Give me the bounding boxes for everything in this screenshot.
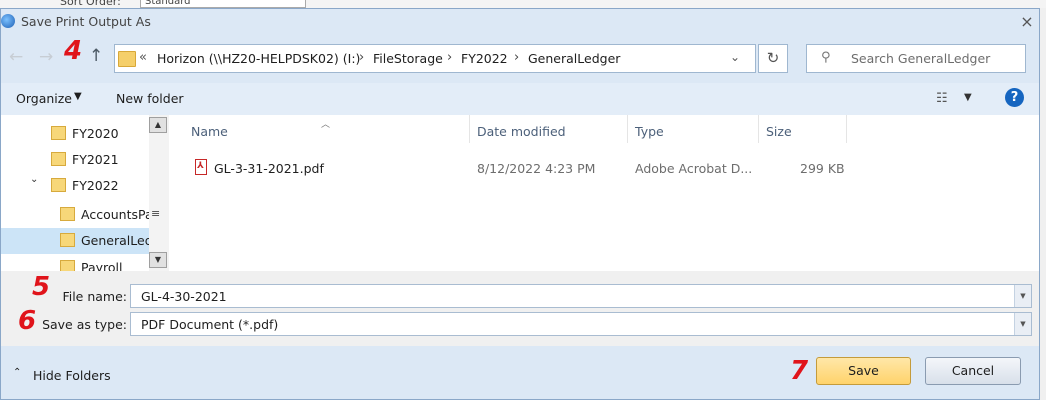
- tree-item-label: AccountsPa: [81, 207, 153, 222]
- title-bar: Save Print Output As ×: [1, 9, 1039, 35]
- column-header-size[interactable]: Size: [766, 124, 792, 139]
- tree-item-label: FY2020: [72, 126, 119, 141]
- back-arrow-icon[interactable]: ←: [9, 47, 23, 67]
- column-header-type[interactable]: Type: [635, 124, 664, 139]
- scroll-down-icon[interactable]: ▼: [149, 252, 167, 268]
- file-date: 8/12/2022 4:23 PM: [477, 161, 596, 176]
- folder-icon: [51, 152, 66, 166]
- save-button[interactable]: Save: [816, 357, 911, 385]
- tree-item-label: FY2022: [72, 178, 119, 193]
- new-folder-button[interactable]: New folder: [116, 91, 184, 106]
- caret-down-icon[interactable]: ▼: [74, 91, 82, 102]
- file-list: ︿ Name Date modified Type Size ⅄ GL-3-31…: [171, 115, 1039, 271]
- file-name-value[interactable]: GL-4-30-2021: [141, 289, 227, 304]
- chevron-down-icon[interactable]: ⌄: [730, 50, 740, 64]
- refresh-icon[interactable]: ↻: [758, 44, 788, 73]
- save-dialog: Save Print Output As × ← → ↑ « Horizon (…: [0, 8, 1040, 400]
- hide-folders-button[interactable]: Hide Folders: [33, 368, 111, 383]
- command-toolbar: Organize ▼ New folder ☷ ▼ ?: [1, 83, 1039, 115]
- chevron-up-icon[interactable]: ⌃: [13, 367, 21, 378]
- background-sort-value: Standard: [140, 0, 306, 8]
- save-type-label: Save as type:: [42, 317, 127, 332]
- close-icon[interactable]: ×: [1017, 12, 1037, 32]
- annotation-step-4: 4: [64, 36, 83, 66]
- file-name-label: File name:: [62, 289, 127, 304]
- address-bar[interactable]: « Horizon (\\HZ20-HELPDSK02) (I:) › File…: [114, 44, 756, 73]
- annotation-step-6: 6: [18, 306, 37, 336]
- pdf-file-icon: ⅄: [195, 159, 207, 175]
- folder-icon: [60, 233, 75, 247]
- search-box[interactable]: ⚲ Search GeneralLedger: [806, 44, 1026, 73]
- search-icon: ⚲: [821, 50, 831, 65]
- folder-icon: [118, 51, 136, 67]
- scroll-up-icon[interactable]: ▲: [149, 117, 167, 133]
- breadcrumb-drive[interactable]: Horizon (\\HZ20-HELPDSK02) (I:): [157, 51, 360, 66]
- scroll-grip-icon[interactable]: ≡: [151, 207, 160, 220]
- organize-button[interactable]: Organize: [16, 91, 72, 106]
- tree-item-payroll[interactable]: Payroll: [1, 255, 151, 271]
- column-divider[interactable]: [758, 115, 759, 143]
- breadcrumb-filestorage[interactable]: FileStorage: [373, 51, 443, 66]
- help-icon[interactable]: ?: [1005, 88, 1024, 107]
- folder-icon: [51, 178, 66, 192]
- tree-item-generalledger[interactable]: GeneralLedg: [1, 228, 161, 254]
- cancel-button[interactable]: Cancel: [925, 357, 1021, 385]
- search-input[interactable]: Search GeneralLedger: [851, 51, 990, 66]
- column-divider[interactable]: [627, 115, 628, 143]
- column-divider[interactable]: [846, 115, 847, 143]
- column-divider[interactable]: [469, 115, 470, 143]
- breadcrumb-separator-icon[interactable]: ›: [447, 50, 452, 65]
- tree-item-fy2020[interactable]: FY2020: [1, 121, 151, 147]
- background-sort-label: Sort Order:: [60, 0, 121, 8]
- navigation-tree: FY2020 FY2021 ⌄ FY2022 AccountsPa Genera…: [1, 115, 171, 271]
- chevron-down-icon[interactable]: ▼: [1014, 313, 1031, 335]
- folder-icon: [60, 207, 75, 221]
- pdf-glyph-icon: ⅄: [197, 161, 204, 171]
- file-name-field[interactable]: GL-4-30-2021 ▼: [130, 284, 1032, 308]
- dialog-title: Save Print Output As: [21, 14, 151, 29]
- tree-item-fy2022[interactable]: FY2022: [1, 173, 151, 199]
- folder-icon: [51, 126, 66, 140]
- tree-item-label: FY2021: [72, 152, 119, 167]
- breadcrumb-generalledger[interactable]: GeneralLedger: [528, 51, 620, 66]
- breadcrumb-overflow-icon[interactable]: «: [139, 50, 147, 65]
- save-type-select[interactable]: PDF Document (*.pdf) ▼: [130, 312, 1032, 336]
- forward-arrow-icon[interactable]: →: [39, 47, 53, 67]
- column-header-date[interactable]: Date modified: [477, 124, 566, 139]
- tree-scrollbar[interactable]: ▲ ≡ ▼: [149, 115, 169, 271]
- up-arrow-icon[interactable]: ↑: [89, 46, 103, 66]
- breadcrumb-fy2022[interactable]: FY2022: [461, 51, 508, 66]
- tree-item-accountspayable[interactable]: AccountsPa: [1, 202, 153, 228]
- file-type: Adobe Acrobat D...: [635, 161, 753, 176]
- background-window-strip: Sort Order: Standard: [0, 0, 1046, 8]
- annotation-step-7: 7: [790, 356, 809, 386]
- tree-item-fy2021[interactable]: FY2021: [1, 147, 151, 173]
- view-options-icon[interactable]: ☷: [936, 91, 948, 106]
- chevron-down-icon[interactable]: ▼: [1014, 285, 1031, 307]
- folder-icon: [60, 260, 75, 271]
- breadcrumb-separator-icon[interactable]: ›: [514, 50, 519, 65]
- tree-item-label: Payroll: [81, 260, 123, 271]
- save-type-value[interactable]: PDF Document (*.pdf): [141, 317, 278, 332]
- save-form: File name: GL-4-30-2021 ▼ Save as type: …: [1, 271, 1039, 346]
- file-name[interactable]: GL-3-31-2021.pdf: [214, 161, 324, 176]
- file-size: 299 KB: [800, 161, 845, 176]
- annotation-step-5: 5: [32, 272, 51, 302]
- breadcrumb-separator-icon[interactable]: ›: [359, 50, 364, 65]
- app-globe-icon: [1, 14, 15, 28]
- caret-down-icon[interactable]: ▼: [964, 92, 972, 103]
- column-header-name[interactable]: Name: [191, 124, 228, 139]
- sort-ascending-icon: ︿: [321, 120, 331, 130]
